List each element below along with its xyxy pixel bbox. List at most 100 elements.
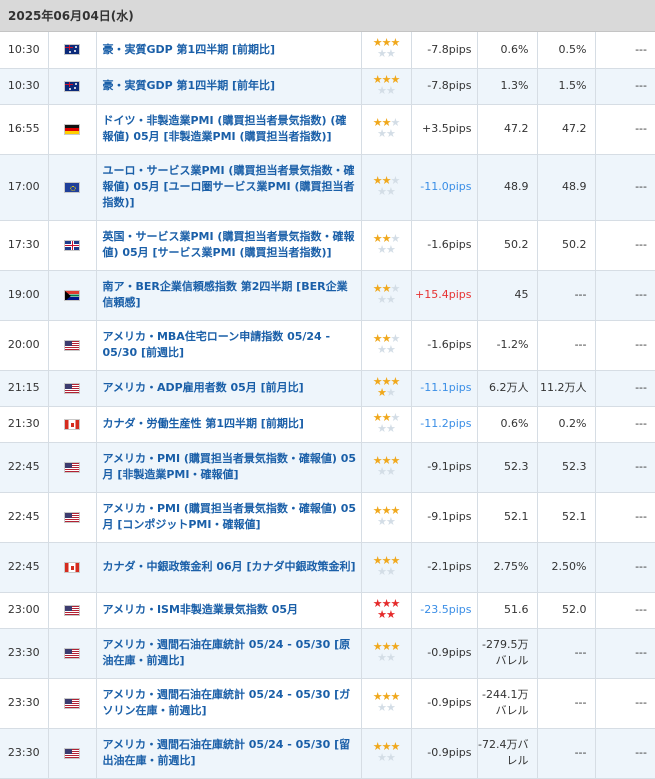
result-value: --- bbox=[595, 370, 655, 407]
event-time: 22:45 bbox=[0, 542, 49, 593]
usa-flag-icon bbox=[64, 461, 80, 473]
result-value: --- bbox=[595, 492, 655, 543]
uk-flag-icon bbox=[64, 239, 80, 251]
importance-cell: ★★★ ★★ bbox=[361, 320, 412, 371]
previous-value: 52.1 bbox=[477, 492, 538, 543]
event-name-link[interactable]: カナダ・中銀政策金利 06月 [カナダ中銀政策金利] bbox=[96, 542, 362, 593]
table-row[interactable]: 19:00 南ア・BER企業信頼感指数 第2四半期 [BER企業信頼感] ★★★ ★★… bbox=[0, 270, 655, 321]
importance-stars-icon: ★★★ ★★ bbox=[372, 374, 401, 399]
previous-value: -72.4万バレル bbox=[477, 728, 538, 779]
importance-cell: ★★★ ★★ bbox=[361, 628, 412, 679]
usa-flag-icon bbox=[64, 647, 80, 659]
pips-change: -23.5pips bbox=[411, 592, 478, 629]
table-row[interactable]: 22:45 アメリカ・PMI (購買担当者景気指数・確報値) 05月 [コンポジッ… bbox=[0, 492, 655, 543]
importance-stars-icon: ★★★ ★★ bbox=[372, 453, 401, 478]
table-row[interactable]: 20:00 アメリカ・MBA住宅ローン申請指数 05/24 - 05/30 [前週… bbox=[0, 320, 655, 371]
usa-flag-icon bbox=[64, 697, 80, 709]
event-name-link[interactable]: 豪・実質GDP 第1四半期 [前期比] bbox=[96, 32, 362, 69]
previous-value: 51.6 bbox=[477, 592, 538, 629]
pips-change: -1.6pips bbox=[411, 320, 478, 371]
event-name-link[interactable]: 南ア・BER企業信頼感指数 第2四半期 [BER企業信頼感] bbox=[96, 270, 362, 321]
previous-value: 2.75% bbox=[477, 542, 538, 593]
importance-stars-icon: ★★★ ★★ bbox=[372, 739, 401, 764]
importance-stars-icon: ★★★ ★★ bbox=[372, 596, 401, 621]
importance-cell: ★★★ ★★ bbox=[361, 104, 412, 155]
pips-change: -0.9pips bbox=[411, 678, 478, 729]
event-name-link[interactable]: 豪・実質GDP 第1四半期 [前年比] bbox=[96, 68, 362, 105]
usa-flag-icon bbox=[64, 382, 80, 394]
forecast-value: 2.50% bbox=[537, 542, 596, 593]
importance-cell: ★★★ ★★ bbox=[361, 728, 412, 779]
date-header: 2025年06月04日(水) bbox=[0, 0, 655, 32]
event-name-link[interactable]: アメリカ・ADP雇用者数 05月 [前月比] bbox=[96, 370, 362, 407]
event-name-link[interactable]: ドイツ・非製造業PMI (購買担当者景気指数) (確報値) 05月 [非製造業P… bbox=[96, 104, 362, 155]
country-flag-cell bbox=[48, 154, 97, 221]
pips-change: -0.9pips bbox=[411, 628, 478, 679]
pips-change: -0.9pips bbox=[411, 728, 478, 779]
pips-change: -9.1pips bbox=[411, 442, 478, 493]
pips-change: -11.1pips bbox=[411, 370, 478, 407]
importance-cell: ★★★ ★★ bbox=[361, 406, 412, 443]
event-time: 21:15 bbox=[0, 370, 49, 407]
importance-stars-icon: ★★★ ★★ bbox=[372, 639, 401, 664]
pips-change: -2.1pips bbox=[411, 542, 478, 593]
importance-cell: ★★★ ★★ bbox=[361, 220, 412, 271]
importance-stars-icon: ★★★ ★★ bbox=[372, 331, 401, 356]
usa-flag-icon bbox=[64, 604, 80, 616]
table-row[interactable]: 21:15 アメリカ・ADP雇用者数 05月 [前月比] ★★★ ★★ -11.1pip… bbox=[0, 370, 655, 407]
table-row[interactable]: 10:30 豪・実質GDP 第1四半期 [前期比] ★★★ ★★ -7.8pips 0.6… bbox=[0, 32, 655, 69]
pips-change: -7.8pips bbox=[411, 32, 478, 69]
country-flag-cell bbox=[48, 270, 97, 321]
table-row[interactable]: 23:30 アメリカ・週間石油在庫統計 05/24 - 05/30 [留出油在庫・… bbox=[0, 728, 655, 779]
previous-value: 0.6% bbox=[477, 406, 538, 443]
canada-flag-icon bbox=[64, 418, 80, 430]
table-row[interactable]: 23:30 アメリカ・週間石油在庫統計 05/24 - 05/30 [原油在庫・前… bbox=[0, 628, 655, 679]
importance-stars-icon: ★★★ ★★ bbox=[372, 503, 401, 528]
result-value: --- bbox=[595, 270, 655, 321]
event-name-link[interactable]: アメリカ・ISM非製造業景気指数 05月 bbox=[96, 592, 362, 629]
forecast-value: --- bbox=[537, 728, 596, 779]
event-name-link[interactable]: カナダ・労働生産性 第1四半期 [前期比] bbox=[96, 406, 362, 443]
table-row[interactable]: 17:00 ユーロ・サービス業PMI (購買担当者景気指数・確報値) 05月 [ユ… bbox=[0, 154, 655, 221]
event-name-link[interactable]: アメリカ・週間石油在庫統計 05/24 - 05/30 [原油在庫・前週比] bbox=[96, 628, 362, 679]
country-flag-cell bbox=[48, 104, 97, 155]
forecast-value: 52.0 bbox=[537, 592, 596, 629]
table-row[interactable]: 10:30 豪・実質GDP 第1四半期 [前年比] ★★★ ★★ -7.8pips 1.3… bbox=[0, 68, 655, 105]
result-value: --- bbox=[595, 154, 655, 221]
forecast-value: --- bbox=[537, 628, 596, 679]
previous-value: 48.9 bbox=[477, 154, 538, 221]
pips-change: -9.1pips bbox=[411, 492, 478, 543]
forecast-value: 52.3 bbox=[537, 442, 596, 493]
table-row[interactable]: 16:55 ドイツ・非製造業PMI (購買担当者景気指数) (確報値) 05月 [… bbox=[0, 104, 655, 155]
previous-value: 1.3% bbox=[477, 68, 538, 105]
importance-stars-icon: ★★★ ★★ bbox=[372, 553, 401, 578]
importance-cell: ★★★ ★★ bbox=[361, 542, 412, 593]
usa-flag-icon bbox=[64, 339, 80, 351]
event-name-link[interactable]: アメリカ・MBA住宅ローン申請指数 05/24 - 05/30 [前週比] bbox=[96, 320, 362, 371]
event-name-link[interactable]: 英国・サービス業PMI (購買担当者景気指数・確報値) 05月 [サービス業PM… bbox=[96, 220, 362, 271]
event-name-link[interactable]: アメリカ・週間石油在庫統計 05/24 - 05/30 [ガソリン在庫・前週比] bbox=[96, 678, 362, 729]
table-row[interactable]: 23:30 アメリカ・週間石油在庫統計 05/24 - 05/30 [ガソリン在庫… bbox=[0, 678, 655, 729]
forecast-value: 0.5% bbox=[537, 32, 596, 69]
country-flag-cell bbox=[48, 406, 97, 443]
table-row[interactable]: 22:45 アメリカ・PMI (購買担当者景気指数・確報値) 05月 [非製造業P… bbox=[0, 442, 655, 493]
event-name-link[interactable]: アメリカ・週間石油在庫統計 05/24 - 05/30 [留出油在庫・前週比] bbox=[96, 728, 362, 779]
event-name-link[interactable]: アメリカ・PMI (購買担当者景気指数・確報値) 05月 [非製造業PMI・確報… bbox=[96, 442, 362, 493]
pips-change: -7.8pips bbox=[411, 68, 478, 105]
forecast-value: 50.2 bbox=[537, 220, 596, 271]
australia-flag-icon bbox=[64, 80, 80, 92]
event-time: 22:45 bbox=[0, 442, 49, 493]
event-name-link[interactable]: ユーロ・サービス業PMI (購買担当者景気指数・確報値) 05月 [ユーロ圏サー… bbox=[96, 154, 362, 221]
table-row[interactable]: 22:45 カナダ・中銀政策金利 06月 [カナダ中銀政策金利] ★★★ ★★ -2.1… bbox=[0, 542, 655, 593]
country-flag-cell bbox=[48, 628, 97, 679]
country-flag-cell bbox=[48, 220, 97, 271]
table-row[interactable]: 23:00 アメリカ・ISM非製造業景気指数 05月 ★★★ ★★ -23.5pips 5… bbox=[0, 592, 655, 629]
event-time: 19:00 bbox=[0, 270, 49, 321]
previous-value: 47.2 bbox=[477, 104, 538, 155]
south-africa-flag-icon bbox=[64, 289, 80, 301]
country-flag-cell bbox=[48, 68, 97, 105]
table-row[interactable]: 17:30 英国・サービス業PMI (購買担当者景気指数・確報値) 05月 [サー… bbox=[0, 220, 655, 271]
event-name-link[interactable]: アメリカ・PMI (購買担当者景気指数・確報値) 05月 [コンポジットPMI・… bbox=[96, 492, 362, 543]
table-row[interactable]: 21:30 カナダ・労働生産性 第1四半期 [前期比] ★★★ ★★ -11.2pips… bbox=[0, 406, 655, 443]
forecast-value: 47.2 bbox=[537, 104, 596, 155]
